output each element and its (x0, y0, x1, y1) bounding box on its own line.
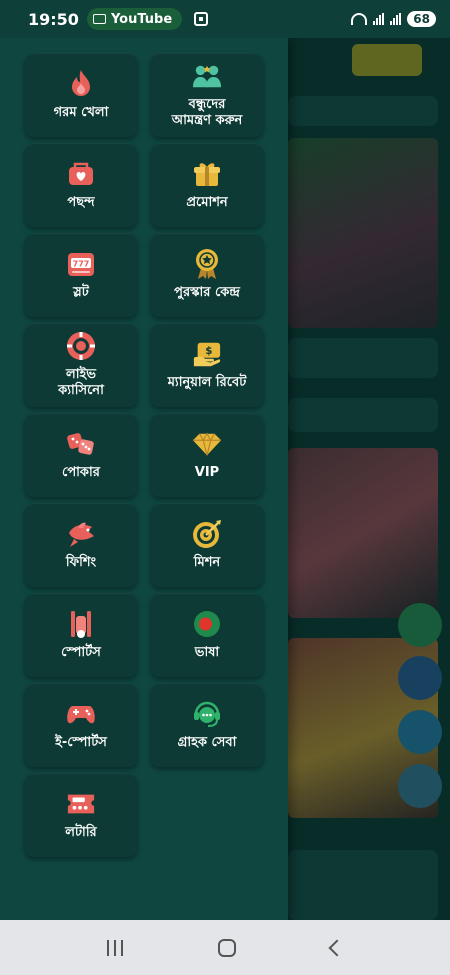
menu-reward-center[interactable]: পুরস্কার কেন্দ্র (150, 233, 264, 317)
bangladesh-flag-icon (192, 609, 222, 639)
battery-indicator: 68 (407, 11, 436, 27)
svg-text:777: 777 (73, 260, 90, 269)
menu-invite-friends[interactable]: বন্ধুদের আমন্ত্রণ করুন (150, 53, 264, 137)
clock: 19:50 (28, 9, 79, 29)
menu-poker[interactable]: পোকার (24, 413, 138, 497)
menu-label: পছন্দ (67, 195, 95, 210)
menu-promotions[interactable]: প্রমোশন (150, 143, 264, 227)
menu-label: মিশন (193, 555, 221, 570)
menu-customer-service[interactable]: গ্রাহক সেবা (150, 683, 264, 767)
menu-lottery[interactable]: লটারি (24, 773, 138, 857)
gift-icon (192, 159, 222, 189)
menu-label: গরম খেলা (53, 105, 109, 120)
menu-label: বন্ধুদের আমন্ত্রণ করুন (171, 97, 243, 128)
menu-manual-rebate[interactable]: $ ম্যানুয়াল রিবেট (150, 323, 264, 407)
fire-icon (66, 69, 96, 99)
menu-label: ম্যানুয়াল রিবেট (167, 375, 247, 390)
menu-sports[interactable]: স্পোর্টস (24, 593, 138, 677)
reward-medal-icon (192, 249, 222, 279)
gamepad-icon (66, 699, 96, 729)
menu-fishing[interactable]: ফিশিং (24, 503, 138, 587)
menu-language[interactable]: ভাষা (150, 593, 264, 677)
menu-label: গ্রাহক সেবা (177, 735, 237, 750)
menu-live-casino[interactable]: লাইভ ক্যাসিনো (24, 323, 138, 407)
menu-slots[interactable]: 777 স্লট (24, 233, 138, 317)
cricket-icon (66, 609, 96, 639)
invite-friends-icon (192, 61, 222, 91)
rebate-icon: $ (192, 339, 222, 369)
menu-favorites[interactable]: পছন্দ (24, 143, 138, 227)
wifi-icon (351, 13, 368, 25)
system-nav-bar (0, 920, 450, 975)
menu-label: লটারি (65, 825, 97, 840)
home-icon[interactable] (217, 938, 236, 957)
slot-machine-icon: 777 (66, 249, 96, 279)
menu-vip[interactable]: VIP (150, 413, 264, 497)
vip-diamond-icon (192, 429, 222, 459)
menu-label: ই-স্পোর্টস (55, 735, 107, 750)
status-bar: 19:50 YouTube 68 (0, 0, 450, 38)
lottery-ticket-icon (66, 789, 96, 819)
dim-overlay[interactable] (288, 38, 450, 920)
signal-icon-2 (390, 13, 402, 25)
menu-label: প্রমোশন (186, 195, 228, 210)
menu-label: ফিশিং (65, 555, 97, 570)
menu-label: স্লট (73, 285, 89, 300)
target-icon (192, 519, 222, 549)
dice-icon (66, 429, 96, 459)
menu-mission[interactable]: মিশন (150, 503, 264, 587)
customer-service-icon (192, 699, 222, 729)
signal-icon (373, 13, 385, 25)
menu-label: পুরস্কার কেন্দ্র (174, 285, 240, 300)
recent-apps-icon[interactable] (107, 939, 124, 956)
background-page[interactable] (288, 38, 450, 920)
menu-label: স্পোর্টস (61, 645, 101, 660)
youtube-pill-label: YouTube (110, 11, 173, 27)
menu-label: লাইভ ক্যাসিনো (58, 367, 104, 398)
menu-label: পোকার (62, 465, 100, 480)
casino-chip-icon (66, 331, 96, 361)
svg-text:$: $ (205, 345, 212, 357)
menu-label: ভাষা (194, 645, 220, 660)
youtube-pill[interactable]: YouTube (86, 8, 183, 30)
side-drawer: গরম খেলা বন্ধুদের আমন্ত্রণ করুন পছন্দ প্… (0, 38, 288, 920)
menu-hot-games[interactable]: গরম খেলা (24, 53, 138, 137)
screenshot-icon (194, 12, 209, 26)
fish-icon (66, 519, 96, 549)
favorite-icon (66, 159, 96, 189)
menu-label: VIP (194, 465, 220, 480)
menu-grid: গরম খেলা বন্ধুদের আমন্ত্রণ করুন পছন্দ প্… (24, 53, 266, 857)
back-icon[interactable] (328, 939, 346, 956)
screen-share-icon (92, 14, 106, 24)
menu-esports[interactable]: ই-স্পোর্টস (24, 683, 138, 767)
